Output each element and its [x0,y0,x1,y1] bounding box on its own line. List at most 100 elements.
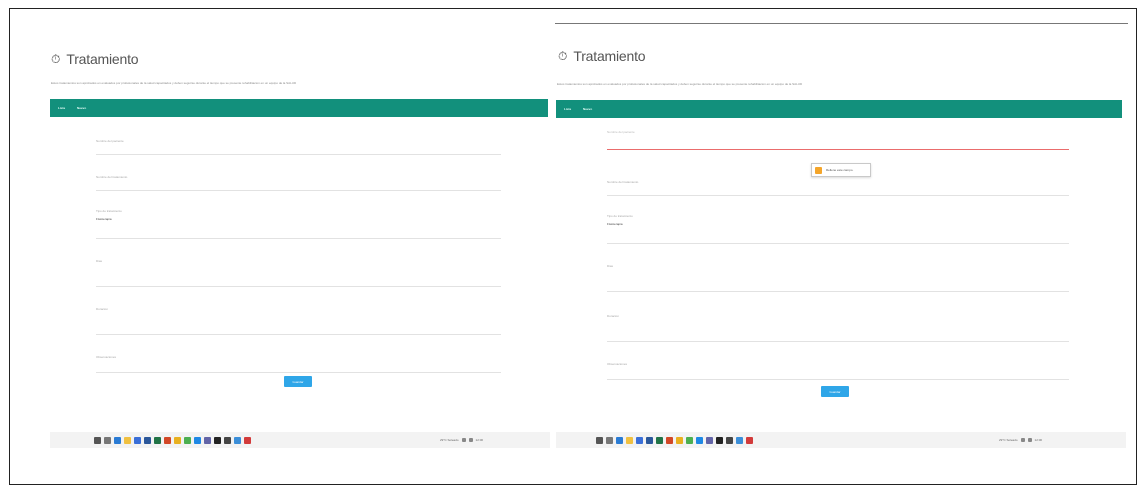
field-underline [96,334,501,335]
save-button-label: Guardar [292,379,304,384]
app-icon[interactable] [244,436,251,444]
system-tray: 29°C Soleado 12:00 [999,432,1042,448]
vscode-icon[interactable] [194,436,201,444]
mail-icon[interactable] [736,436,743,444]
patient-name-field[interactable]: Nombre del paciente [607,130,1069,150]
screenshot-frame: ⏱ Tratamiento Estos tratamientos son apr… [9,8,1137,485]
patient-name-field[interactable]: Nombre del paciente [96,139,501,155]
terminal-icon[interactable] [716,436,723,444]
field-underline-error [607,149,1069,150]
app-icon[interactable] [746,436,753,444]
field-underline [96,190,501,191]
word-icon[interactable] [144,436,151,444]
save-button[interactable]: Guardar [821,386,849,397]
nav-bar: Lista Nuevo [50,99,548,117]
excel-icon[interactable] [656,436,663,444]
network-icon[interactable] [1020,438,1025,442]
volume-icon[interactable] [1027,438,1032,442]
field-label: Tipo de tratamiento [607,214,633,218]
days-field[interactable]: Dias [607,264,1069,292]
field-label: Nombre del paciente [607,130,635,134]
validation-message: Rellene este campo. [826,168,854,172]
field-label: Duracion [607,314,620,318]
edge-icon[interactable] [114,436,121,444]
treatment-name-field[interactable]: Nombre del tratamiento [607,180,1069,196]
left-screenshot: ⏱ Tratamiento Estos tratamientos son apr… [46,37,556,455]
nav-tab-list[interactable]: Lista [58,106,65,110]
chrome-icon[interactable] [686,436,693,444]
page-description: Estos tratamientos son aprobados en eval… [557,82,803,86]
weather-text: 29°C Soleado [999,438,1018,442]
page-title: ⏱ Tratamiento [558,48,646,64]
task-view-icon[interactable] [104,436,111,444]
powerpoint-icon[interactable] [666,436,673,444]
excel-icon[interactable] [154,436,161,444]
nav-tab-new[interactable]: Nuevo [77,106,86,110]
field-label: Tipo de tratamiento [96,209,122,213]
page-title: ⏱ Tratamiento [51,51,139,67]
field-underline [607,291,1069,292]
field-underline [96,238,501,239]
search-icon[interactable] [94,436,101,444]
nav-bar: Lista Nuevo [556,100,1122,118]
edge-icon[interactable] [616,436,623,444]
stopwatch-icon: ⏱ [51,51,61,66]
duration-field[interactable]: Duracion [607,314,1069,342]
word-icon[interactable] [646,436,653,444]
field-underline [96,286,501,287]
days-field[interactable]: Dias [96,259,501,287]
mail-icon[interactable] [234,436,241,444]
field-label: Duracion [96,307,109,311]
observations-field[interactable]: Observaciones [607,362,1069,380]
field-label: Dias [607,264,614,268]
field-label: Dias [96,259,103,263]
field-label: Observaciones [607,362,628,366]
explorer-icon[interactable] [124,436,131,444]
field-underline [607,195,1069,196]
field-label: Nombre del paciente [96,139,124,143]
powerpoint-icon[interactable] [164,436,171,444]
system-tray: 29°C Soleado 12:00 [440,432,483,448]
field-value: Fisioterapia [96,217,112,221]
field-value: Fisioterapia [607,222,623,226]
folder-icon[interactable] [174,436,181,444]
nav-tab-new[interactable]: Nuevo [583,107,592,111]
save-button-label: Guardar [829,389,841,394]
field-underline [96,154,501,155]
treatment-type-field[interactable]: Tipo de tratamiento Fisioterapia [607,214,1069,244]
treatment-name-field[interactable]: Nombre del tratamiento [96,175,501,191]
volume-icon[interactable] [468,438,473,442]
terminal-icon[interactable] [214,436,221,444]
page-description: Estos tratamientos son aprobados en eval… [51,81,297,85]
clock[interactable]: 12:00 [476,438,484,442]
settings-icon[interactable] [726,436,733,444]
field-label: Nombre del tratamiento [96,175,128,179]
folder-icon[interactable] [676,436,683,444]
observations-field[interactable]: Observaciones [96,355,501,373]
store-icon[interactable] [636,436,643,444]
duration-field[interactable]: Duracion [96,307,501,335]
field-underline [607,341,1069,342]
nav-tab-list[interactable]: Lista [564,107,571,111]
page-title-text: Tratamiento [573,48,646,64]
field-underline [607,379,1069,380]
save-button[interactable]: Guardar [284,376,312,387]
settings-icon[interactable] [224,436,231,444]
warning-icon [815,166,822,174]
teams-icon[interactable] [204,436,211,444]
clock[interactable]: 12:00 [1035,438,1043,442]
right-screenshot: ⏱ Tratamiento Estos tratamientos son apr… [555,23,1128,455]
vscode-icon[interactable] [696,436,703,444]
chrome-icon[interactable] [184,436,191,444]
validation-tooltip: Rellene este campo. [811,163,871,177]
explorer-icon[interactable] [626,436,633,444]
network-icon[interactable] [461,438,466,442]
treatment-type-field[interactable]: Tipo de tratamiento Fisioterapia [96,209,501,239]
weather-text: 29°C Soleado [440,438,459,442]
field-underline [96,372,501,373]
store-icon[interactable] [134,436,141,444]
field-underline [607,243,1069,244]
task-view-icon[interactable] [606,436,613,444]
teams-icon[interactable] [706,436,713,444]
search-icon[interactable] [596,436,603,444]
